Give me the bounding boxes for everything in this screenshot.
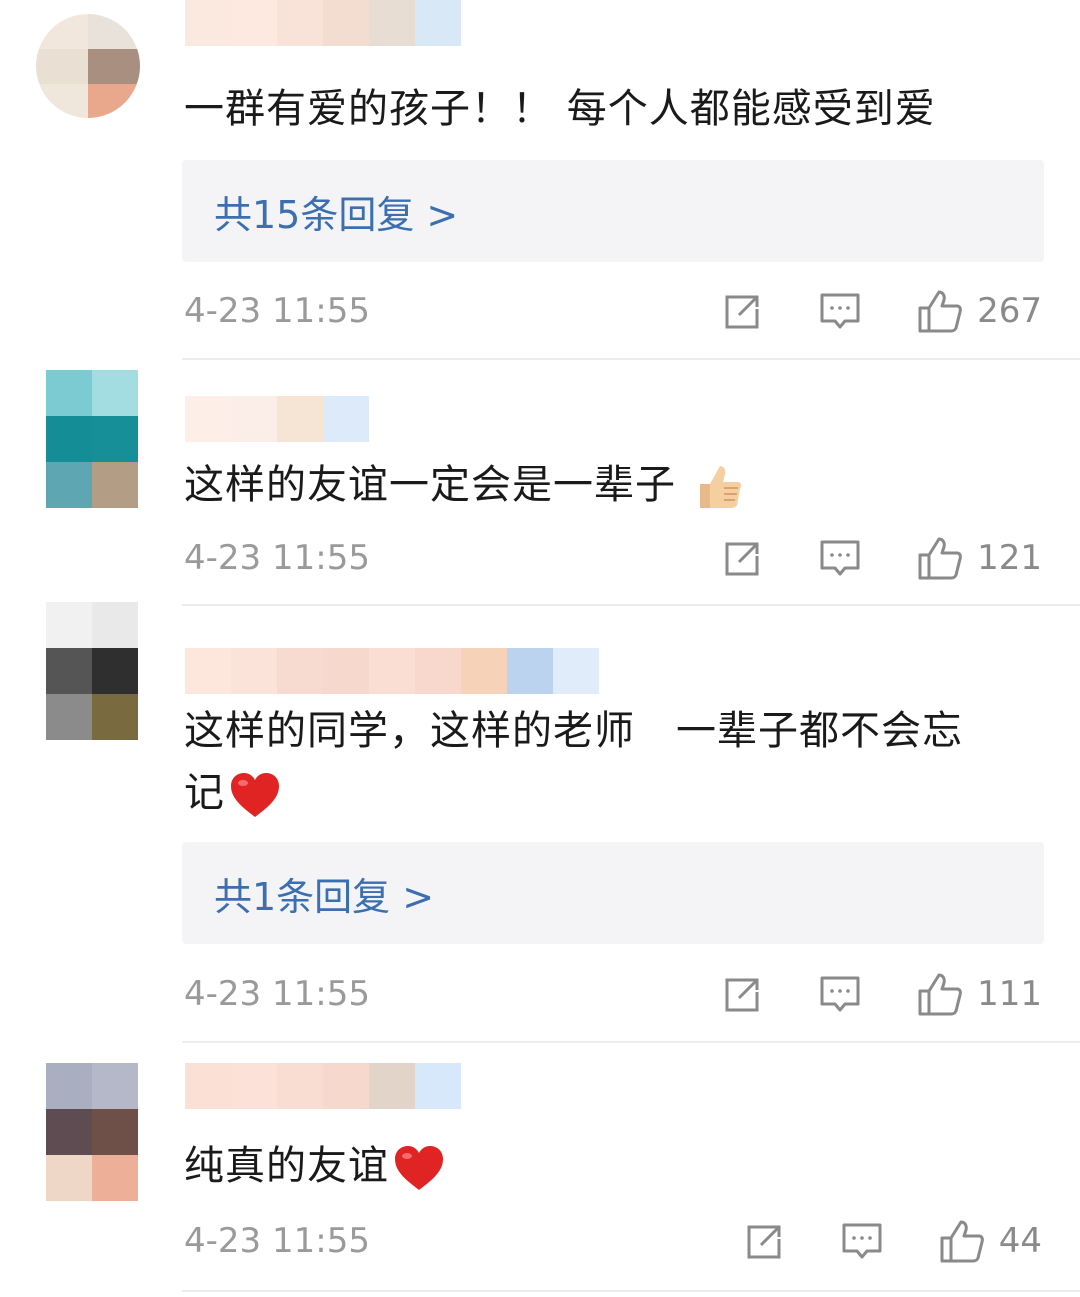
like-count: 111 [977, 974, 1042, 1014]
comment-actions: 121 [721, 530, 1042, 586]
like-count: 121 [977, 538, 1042, 578]
comment-actions: 111 [721, 966, 1042, 1022]
comment-icon [820, 540, 860, 576]
like-icon [918, 973, 962, 1016]
comment-text-line-1: 这样的同学，这样的老师 一辈子都不会忘 [184, 708, 963, 754]
avatar[interactable] [46, 370, 138, 508]
divider [182, 1290, 1080, 1292]
comment-button[interactable] [819, 291, 861, 331]
comment-text: 这样的友谊一定会是一辈子 [184, 454, 744, 516]
avatar[interactable] [46, 1063, 138, 1201]
username-blurred[interactable] [185, 396, 369, 442]
thumbs-up-emoji-icon [699, 466, 741, 508]
timestamp: 4-23 11:55 [184, 538, 370, 578]
heart-emoji-icon [231, 773, 279, 817]
like-button[interactable]: 44 [939, 1218, 1042, 1264]
comment-icon [820, 976, 860, 1012]
comment-meta: 4-23 11:55 121 [184, 530, 1042, 586]
comment-icon [820, 293, 860, 329]
avatar[interactable] [46, 602, 138, 740]
like-icon [918, 537, 962, 580]
like-count: 44 [998, 1221, 1042, 1261]
comment-icon [842, 1223, 882, 1259]
comment-text: 这样的同学，这样的老师 一辈子都不会忘 记 [184, 700, 963, 824]
view-replies-button[interactable]: 共1条回复 > [182, 842, 1044, 944]
comment-text: 一群有爱的孩子！！ 每个人都能感受到爱 [184, 86, 936, 132]
share-button[interactable] [721, 974, 763, 1014]
like-count: 267 [977, 291, 1042, 331]
share-button[interactable] [721, 291, 763, 331]
comment-meta: 4-23 11:55 267 [184, 283, 1042, 339]
comment-actions: 267 [721, 283, 1042, 339]
comment-text-content: 纯真的友谊 [184, 1143, 389, 1189]
comment-button[interactable] [841, 1221, 883, 1261]
comment-2: 这样的友谊一定会是一辈子 4-23 11:55 121 [0, 360, 1080, 606]
share-button[interactable] [721, 538, 763, 578]
like-icon [940, 1220, 984, 1263]
comment-button[interactable] [819, 974, 861, 1014]
replies-label: 共1条回复 > [214, 875, 435, 919]
replies-label: 共15条回复 > [214, 193, 459, 237]
share-icon [725, 542, 759, 576]
comment-text-line-2-content: 记 [184, 770, 225, 816]
view-replies-button[interactable]: 共15条回复 > [182, 160, 1044, 262]
like-button[interactable]: 121 [917, 535, 1042, 581]
comment-3: 这样的同学，这样的老师 一辈子都不会忘 记 共1条回复 > 4-23 11:55 [0, 602, 1080, 1042]
comment-text-content: 这样的友谊一定会是一辈子 [184, 462, 676, 508]
comment-meta: 4-23 11:55 44 [184, 1213, 1042, 1269]
share-icon [725, 978, 759, 1012]
username-blurred[interactable] [185, 1063, 461, 1109]
share-button[interactable] [743, 1221, 785, 1261]
timestamp: 4-23 11:55 [184, 291, 370, 331]
comment-4: 纯真的友谊 4-23 11:55 44 [0, 1043, 1080, 1297]
comment-actions: 44 [743, 1213, 1042, 1269]
username-blurred[interactable] [185, 0, 461, 46]
comment-button[interactable] [819, 538, 861, 578]
share-icon [747, 1225, 781, 1259]
comment-text-line-2: 记 [184, 762, 963, 824]
username-blurred[interactable] [185, 648, 599, 694]
like-button[interactable]: 111 [917, 971, 1042, 1017]
comment-text: 纯真的友谊 [184, 1135, 445, 1197]
avatar[interactable] [36, 14, 140, 118]
comment-1: 一群有爱的孩子！！ 每个人都能感受到爱 共15条回复 > 4-23 11:55 [0, 0, 1080, 360]
timestamp: 4-23 11:55 [184, 974, 370, 1014]
timestamp: 4-23 11:55 [184, 1221, 370, 1261]
comment-meta: 4-23 11:55 111 [184, 966, 1042, 1022]
like-button[interactable]: 267 [917, 288, 1042, 334]
share-icon [725, 295, 759, 329]
heart-emoji-icon [395, 1146, 443, 1190]
like-icon [918, 290, 962, 333]
